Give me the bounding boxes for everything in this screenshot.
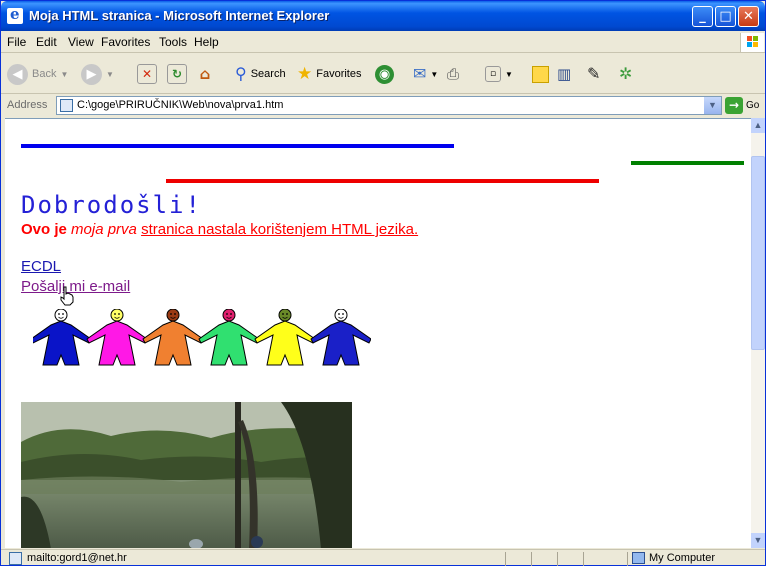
paper-doll-figure	[142, 309, 204, 366]
menu-bar: File Edit View Favorites Tools Help	[1, 31, 765, 53]
ecdl-link[interactable]: ECDL	[21, 258, 61, 275]
favorites-label: Favorites	[316, 68, 362, 80]
toolbar: ◀ Back ▼ ▶ ▼ ✕ ↻ ⌂ ⚲ Search ★ Favorites …	[1, 54, 765, 94]
forward-arrow-icon: ▶	[81, 63, 102, 85]
menu-edit[interactable]: Edit	[36, 35, 57, 49]
menu-help[interactable]: Help	[194, 35, 219, 49]
windows-logo-icon	[740, 33, 764, 52]
refresh-icon: ↻	[167, 64, 187, 84]
chevron-down-icon[interactable]: ▼	[704, 97, 721, 114]
scroll-up-icon[interactable]: ▲	[751, 118, 765, 133]
back-arrow-icon: ◀	[7, 63, 28, 85]
discuss-button[interactable]	[532, 62, 549, 86]
paper-doll-figure	[310, 309, 371, 366]
paper-doll-figure	[33, 309, 92, 366]
intro-bold: Ovo je	[21, 221, 67, 238]
status-divider	[627, 552, 628, 566]
menu-favorites[interactable]: Favorites	[101, 35, 150, 49]
home-icon: ⌂	[199, 65, 211, 83]
address-url[interactable]: C:\goge\PRIRUČNIK\Web\nova\prva1.htm	[77, 99, 283, 111]
refresh-button[interactable]: ↻	[167, 62, 187, 86]
chevron-down-icon: ▼	[106, 69, 114, 79]
status-divider	[583, 552, 584, 566]
search-label: Search	[250, 68, 286, 80]
paper-dolls-image	[33, 309, 371, 366]
chevron-down-icon: ▼	[430, 69, 439, 79]
intro-text: Ovo je moja prva stranica nastala korišt…	[21, 221, 418, 238]
vertical-scrollbar[interactable]: ▲ ▼	[751, 118, 765, 548]
chevron-down-icon: ▼	[505, 69, 513, 79]
address-label: Address	[7, 99, 48, 111]
menu-file[interactable]: File	[7, 35, 26, 49]
scroll-thumb[interactable]	[751, 156, 765, 350]
research-button[interactable]: ▥	[557, 62, 571, 86]
page-icon	[9, 552, 22, 565]
edit-button[interactable]: ▫ ▼	[485, 62, 513, 86]
computer-icon	[632, 552, 645, 564]
mail-icon: ✉	[413, 66, 427, 83]
note-icon	[532, 65, 549, 83]
status-divider	[505, 552, 506, 566]
forward-button[interactable]: ▶ ▼	[81, 62, 114, 86]
back-label: Back	[32, 68, 57, 80]
browser-window: Moja HTML stranica - Microsoft Internet …	[0, 0, 766, 566]
menu-tools[interactable]: Tools	[159, 35, 187, 49]
stop-icon: ✕	[137, 64, 157, 84]
paper-doll-figure	[254, 309, 316, 366]
pen-icon: ✎	[587, 66, 601, 83]
menu-view[interactable]: View	[68, 35, 94, 49]
maximize-button[interactable]: □	[715, 6, 736, 27]
hand-cursor-icon	[60, 286, 74, 306]
tool-button[interactable]: ✎	[587, 62, 600, 86]
address-bar: Address C:\goge\PRIRUČNIK\Web\nova\prva1…	[1, 95, 765, 117]
search-icon: ⚲	[235, 66, 247, 83]
red-rule	[166, 179, 599, 183]
printer-icon: ⎙	[447, 65, 460, 83]
paper-doll-figure	[86, 309, 148, 366]
stop-button[interactable]: ✕	[137, 62, 157, 86]
window-title: Moja HTML stranica - Microsoft Internet …	[29, 8, 330, 23]
intro-italic: moja prva	[71, 221, 137, 238]
back-button[interactable]: ◀ Back ▼	[7, 62, 68, 86]
title-bar[interactable]: Moja HTML stranica - Microsoft Internet …	[1, 1, 765, 31]
media-button[interactable]: ◉	[375, 62, 394, 86]
messenger-icon: ✲	[619, 66, 633, 83]
home-button[interactable]: ⌂	[195, 62, 215, 86]
chevron-down-icon: ▼	[60, 69, 69, 79]
page-icon	[60, 99, 73, 112]
status-text: mailto:gord1@net.hr	[27, 552, 127, 564]
status-divider	[531, 552, 532, 566]
search-button[interactable]: ⚲ Search	[235, 62, 286, 86]
status-divider	[557, 552, 558, 566]
edit-icon: ▫	[485, 66, 501, 82]
ie-icon	[7, 5, 23, 24]
mail-button[interactable]: ✉ ▼	[413, 62, 438, 86]
paper-doll-figure	[198, 309, 260, 366]
favorites-button[interactable]: ★ Favorites	[297, 62, 362, 86]
media-icon: ◉	[375, 64, 394, 84]
intro-underlined: stranica nastala korištenjem HTML jezika…	[141, 221, 419, 238]
go-arrow-icon[interactable]: →	[725, 97, 743, 114]
blue-rule	[21, 144, 454, 148]
go-button[interactable]: Go	[746, 100, 759, 111]
address-input[interactable]: C:\goge\PRIRUČNIK\Web\nova\prva1.htm ▼	[56, 96, 722, 115]
scroll-down-icon[interactable]: ▼	[751, 533, 765, 548]
books-icon: ▥	[557, 66, 572, 83]
minimize-button[interactable]: _	[692, 6, 713, 27]
messenger-button[interactable]: ✲	[619, 62, 632, 86]
page-content: Dobrodošli! Ovo je moja prva stranica na…	[5, 118, 751, 548]
lake-photo	[21, 402, 352, 548]
close-button[interactable]: ✕	[738, 6, 759, 27]
print-button[interactable]: ⎙	[447, 62, 459, 86]
email-link[interactable]: Pošalji mi e-mail	[21, 278, 130, 295]
security-zone: My Computer	[649, 552, 716, 564]
status-bar: mailto:gord1@net.hr My Computer	[1, 549, 765, 566]
star-icon: ★	[297, 64, 313, 83]
welcome-heading: Dobrodošli!	[21, 191, 202, 219]
green-rule	[631, 161, 744, 165]
